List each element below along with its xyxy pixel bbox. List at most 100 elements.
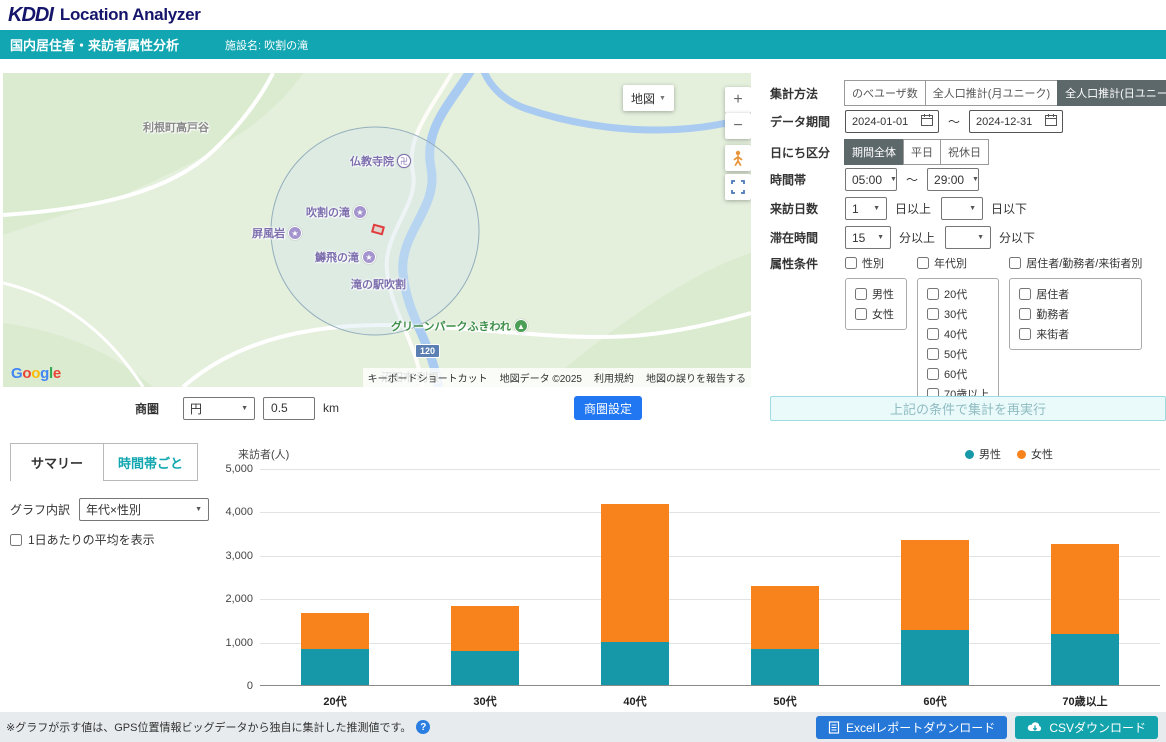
graph-breakdown-select[interactable]: 年代×性別 ▼ bbox=[79, 498, 209, 521]
zoom-in-button[interactable]: + bbox=[725, 87, 751, 113]
period-start-input[interactable]: 2024-01-01 bbox=[845, 110, 939, 133]
bar-segment[interactable] bbox=[451, 651, 519, 685]
trade-area-shape-select[interactable]: 円 ▼ bbox=[183, 397, 255, 420]
attribute-group: 年代別20代30代40代50代60代70歳以上 bbox=[917, 255, 999, 410]
method-option[interactable]: のべユーザ数 bbox=[844, 80, 926, 106]
daily-average-checkbox-row[interactable]: 1日あたりの平均を表示 bbox=[10, 531, 155, 548]
option-checkbox[interactable] bbox=[1019, 328, 1031, 340]
pegman-icon[interactable] bbox=[725, 145, 751, 171]
period-separator: ～ bbox=[948, 113, 960, 130]
stay-time-min-select[interactable]: 15 ▼ bbox=[845, 226, 891, 249]
option-checkbox[interactable] bbox=[1019, 308, 1031, 320]
option-label: 勤務者 bbox=[1036, 306, 1069, 322]
y-tick-label: 5,000 bbox=[205, 463, 253, 475]
option-checkbox[interactable] bbox=[855, 288, 867, 300]
bar-segment[interactable] bbox=[601, 504, 669, 642]
time-start-select[interactable]: 05:00 ▼ bbox=[845, 168, 897, 191]
option-checkbox[interactable] bbox=[927, 308, 939, 320]
day-type-option[interactable]: 期間全体 bbox=[844, 139, 904, 165]
bar-segment[interactable] bbox=[301, 649, 369, 685]
legend-item: 女性 bbox=[1017, 446, 1053, 462]
excel-file-icon bbox=[828, 721, 840, 734]
group-checkbox[interactable] bbox=[1009, 257, 1021, 269]
attribute-option[interactable]: 40代 bbox=[927, 326, 989, 342]
map-type-button[interactable]: 地図 ▼ bbox=[623, 85, 674, 111]
period-end-input[interactable]: 2024-12-31 bbox=[969, 110, 1063, 133]
bar-segment[interactable] bbox=[901, 630, 969, 685]
tab-hourly[interactable]: 時間帯ごと bbox=[104, 443, 198, 481]
bar-segment[interactable] bbox=[751, 649, 819, 685]
excel-download-label: Excelレポートダウンロード bbox=[846, 719, 995, 736]
poi-icon[interactable]: 卍 bbox=[397, 154, 411, 168]
visit-days-min-select[interactable]: 1 ▼ bbox=[845, 197, 887, 220]
fullscreen-button[interactable] bbox=[725, 174, 751, 200]
period-end-value: 2024-12-31 bbox=[976, 116, 1032, 128]
attribute-option[interactable]: 30代 bbox=[927, 306, 989, 322]
option-checkbox[interactable] bbox=[927, 288, 939, 300]
poi-label: 鱒飛の滝 bbox=[315, 249, 359, 265]
x-category-label: 70歳以上 bbox=[1010, 693, 1160, 709]
bar-segment[interactable] bbox=[601, 642, 669, 685]
map-link[interactable]: 利用規約 bbox=[594, 370, 634, 385]
calendar-icon[interactable] bbox=[1044, 113, 1058, 130]
bar-segment[interactable] bbox=[901, 540, 969, 630]
method-option[interactable]: 全人口推計(日ユニーク) bbox=[1057, 80, 1166, 106]
csv-download-button[interactable]: CSVダウンロード bbox=[1015, 716, 1158, 739]
method-option[interactable]: 全人口推計(月ユニーク) bbox=[925, 80, 1058, 106]
attribute-group: 性別男性女性 bbox=[845, 255, 907, 330]
excel-download-button[interactable]: Excelレポートダウンロード bbox=[816, 716, 1007, 739]
poi-icon[interactable]: ★ bbox=[288, 226, 302, 240]
gridline bbox=[260, 469, 1160, 470]
attribute-group-checkbox[interactable]: 年代別 bbox=[917, 255, 999, 270]
attribute-option[interactable]: 勤務者 bbox=[1019, 306, 1132, 322]
attribute-option[interactable]: 50代 bbox=[927, 346, 989, 362]
zoom-out-button[interactable]: − bbox=[725, 113, 751, 139]
option-checkbox[interactable] bbox=[927, 368, 939, 380]
attribute-option[interactable]: 20代 bbox=[927, 286, 989, 302]
trade-area-apply-button[interactable]: 商圏設定 bbox=[574, 396, 642, 420]
option-checkbox[interactable] bbox=[927, 328, 939, 340]
app-header: KDDI Location Analyzer bbox=[0, 0, 1166, 30]
bar-segment[interactable] bbox=[451, 606, 519, 651]
option-checkbox[interactable] bbox=[1019, 288, 1031, 300]
attribute-option[interactable]: 居住者 bbox=[1019, 286, 1132, 302]
attribute-group-checkbox[interactable]: 居住者/勤務者/来街者別 bbox=[1009, 255, 1142, 270]
bar-segment[interactable] bbox=[1051, 544, 1119, 633]
graph-breakdown-row: グラフ内訳 年代×性別 ▼ bbox=[10, 498, 209, 521]
daily-average-checkbox[interactable] bbox=[10, 534, 22, 546]
group-checkbox[interactable] bbox=[917, 257, 929, 269]
bar-segment[interactable] bbox=[1051, 634, 1119, 685]
attribute-group-checkbox[interactable]: 性別 bbox=[845, 255, 907, 270]
stay-time-max-select[interactable]: ▼ bbox=[945, 226, 991, 249]
day-type-option[interactable]: 平日 bbox=[903, 139, 941, 165]
time-end-select[interactable]: 29:00 ▼ bbox=[927, 168, 979, 191]
bar-segment[interactable] bbox=[301, 613, 369, 649]
gridline bbox=[260, 512, 1160, 513]
poi-icon[interactable]: ▲ bbox=[514, 319, 528, 333]
attribute-option[interactable]: 男性 bbox=[855, 286, 897, 302]
chart-y-ticks: 01,0002,0003,0004,0005,000 bbox=[205, 444, 253, 706]
attribute-option[interactable]: 来街者 bbox=[1019, 326, 1132, 342]
chevron-down-icon: ▼ bbox=[873, 205, 880, 212]
poi-icon[interactable]: ★ bbox=[353, 205, 367, 219]
option-checkbox[interactable] bbox=[927, 348, 939, 360]
calendar-icon[interactable] bbox=[920, 113, 934, 130]
download-buttons: Excelレポートダウンロード CSVダウンロード bbox=[816, 716, 1158, 739]
option-checkbox[interactable] bbox=[855, 308, 867, 320]
attribute-option[interactable]: 女性 bbox=[855, 306, 897, 322]
graph-breakdown-label: グラフ内訳 bbox=[10, 501, 70, 518]
help-icon[interactable]: ? bbox=[416, 720, 430, 734]
attributes-label: 属性条件 bbox=[770, 255, 845, 272]
attribute-option[interactable]: 60代 bbox=[927, 366, 989, 382]
map-link[interactable]: キーボードショートカット bbox=[368, 370, 488, 385]
rerun-aggregation-button[interactable]: 上記の条件で集計を再実行 bbox=[770, 396, 1166, 421]
poi-icon[interactable]: ★ bbox=[362, 250, 376, 264]
map-link[interactable]: 地図の誤りを報告する bbox=[646, 370, 746, 385]
bar-segment[interactable] bbox=[751, 586, 819, 649]
trade-area-radius-input[interactable]: 0.5 bbox=[263, 397, 315, 420]
visit-days-max-select[interactable]: ▼ bbox=[941, 197, 983, 220]
day-type-option[interactable]: 祝休日 bbox=[940, 139, 989, 165]
tab-summary[interactable]: サマリー bbox=[10, 443, 104, 481]
map[interactable]: 利根町高戸谷仏教寺院卍吹割の滝★屏風岩★鱒飛の滝★滝の駅吹割グリーンパークふきわ… bbox=[3, 73, 751, 387]
group-checkbox[interactable] bbox=[845, 257, 857, 269]
